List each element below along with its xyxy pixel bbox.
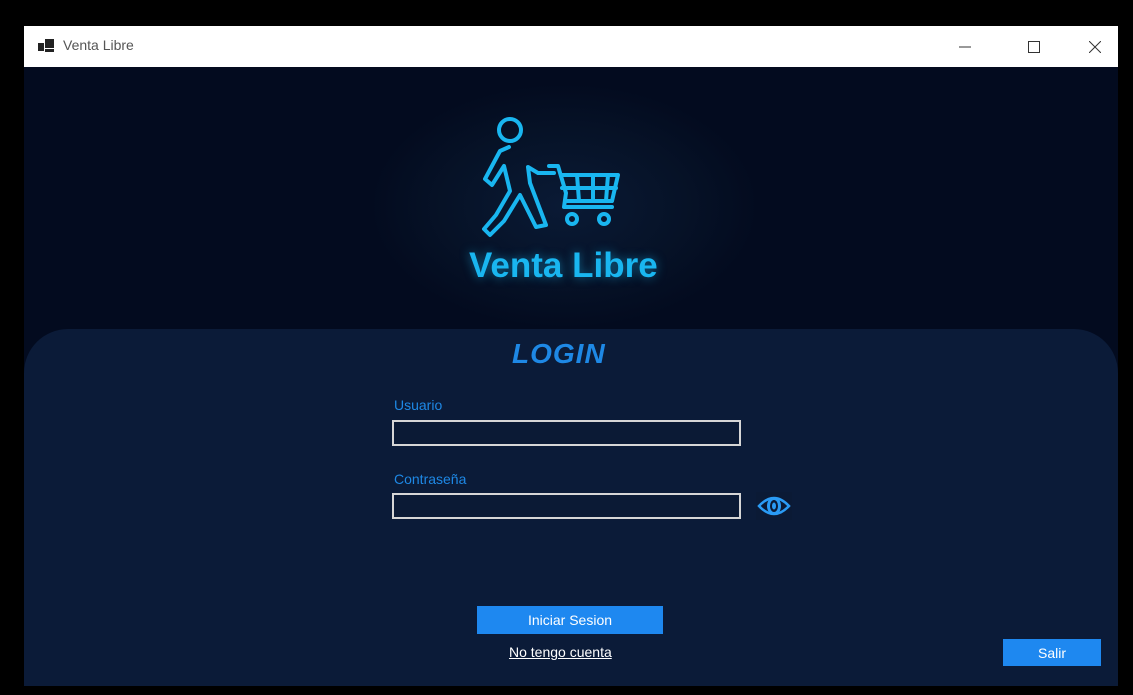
username-input[interactable] bbox=[392, 420, 741, 446]
title-bar[interactable]: Venta Libre bbox=[24, 26, 1118, 67]
maximize-icon bbox=[1028, 40, 1040, 53]
shopping-cart-person-icon bbox=[482, 117, 620, 237]
app-window-icon bbox=[38, 38, 54, 54]
close-icon bbox=[1089, 40, 1101, 53]
register-link[interactable]: No tengo cuenta bbox=[509, 644, 612, 660]
login-button[interactable]: Iniciar Sesion bbox=[477, 606, 663, 634]
show-password-button[interactable] bbox=[756, 492, 792, 520]
minimize-icon bbox=[959, 46, 971, 47]
username-label: Usuario bbox=[394, 397, 443, 413]
password-input[interactable] bbox=[392, 493, 741, 519]
logo: Venta Libre bbox=[374, 86, 754, 326]
login-title: LOGIN bbox=[512, 338, 606, 369]
password-label: Contraseña bbox=[394, 471, 467, 487]
exit-button[interactable]: Salir bbox=[1003, 639, 1101, 666]
minimize-button[interactable] bbox=[942, 26, 988, 67]
eye-icon bbox=[757, 496, 791, 516]
window-title: Venta Libre bbox=[63, 37, 134, 53]
logo-text: Venta Libre bbox=[469, 246, 658, 285]
close-button[interactable] bbox=[1072, 26, 1118, 67]
app-window: Venta Libre Venta Libre LOGIN Usuario Co… bbox=[24, 26, 1118, 686]
maximize-button[interactable] bbox=[1011, 26, 1057, 67]
